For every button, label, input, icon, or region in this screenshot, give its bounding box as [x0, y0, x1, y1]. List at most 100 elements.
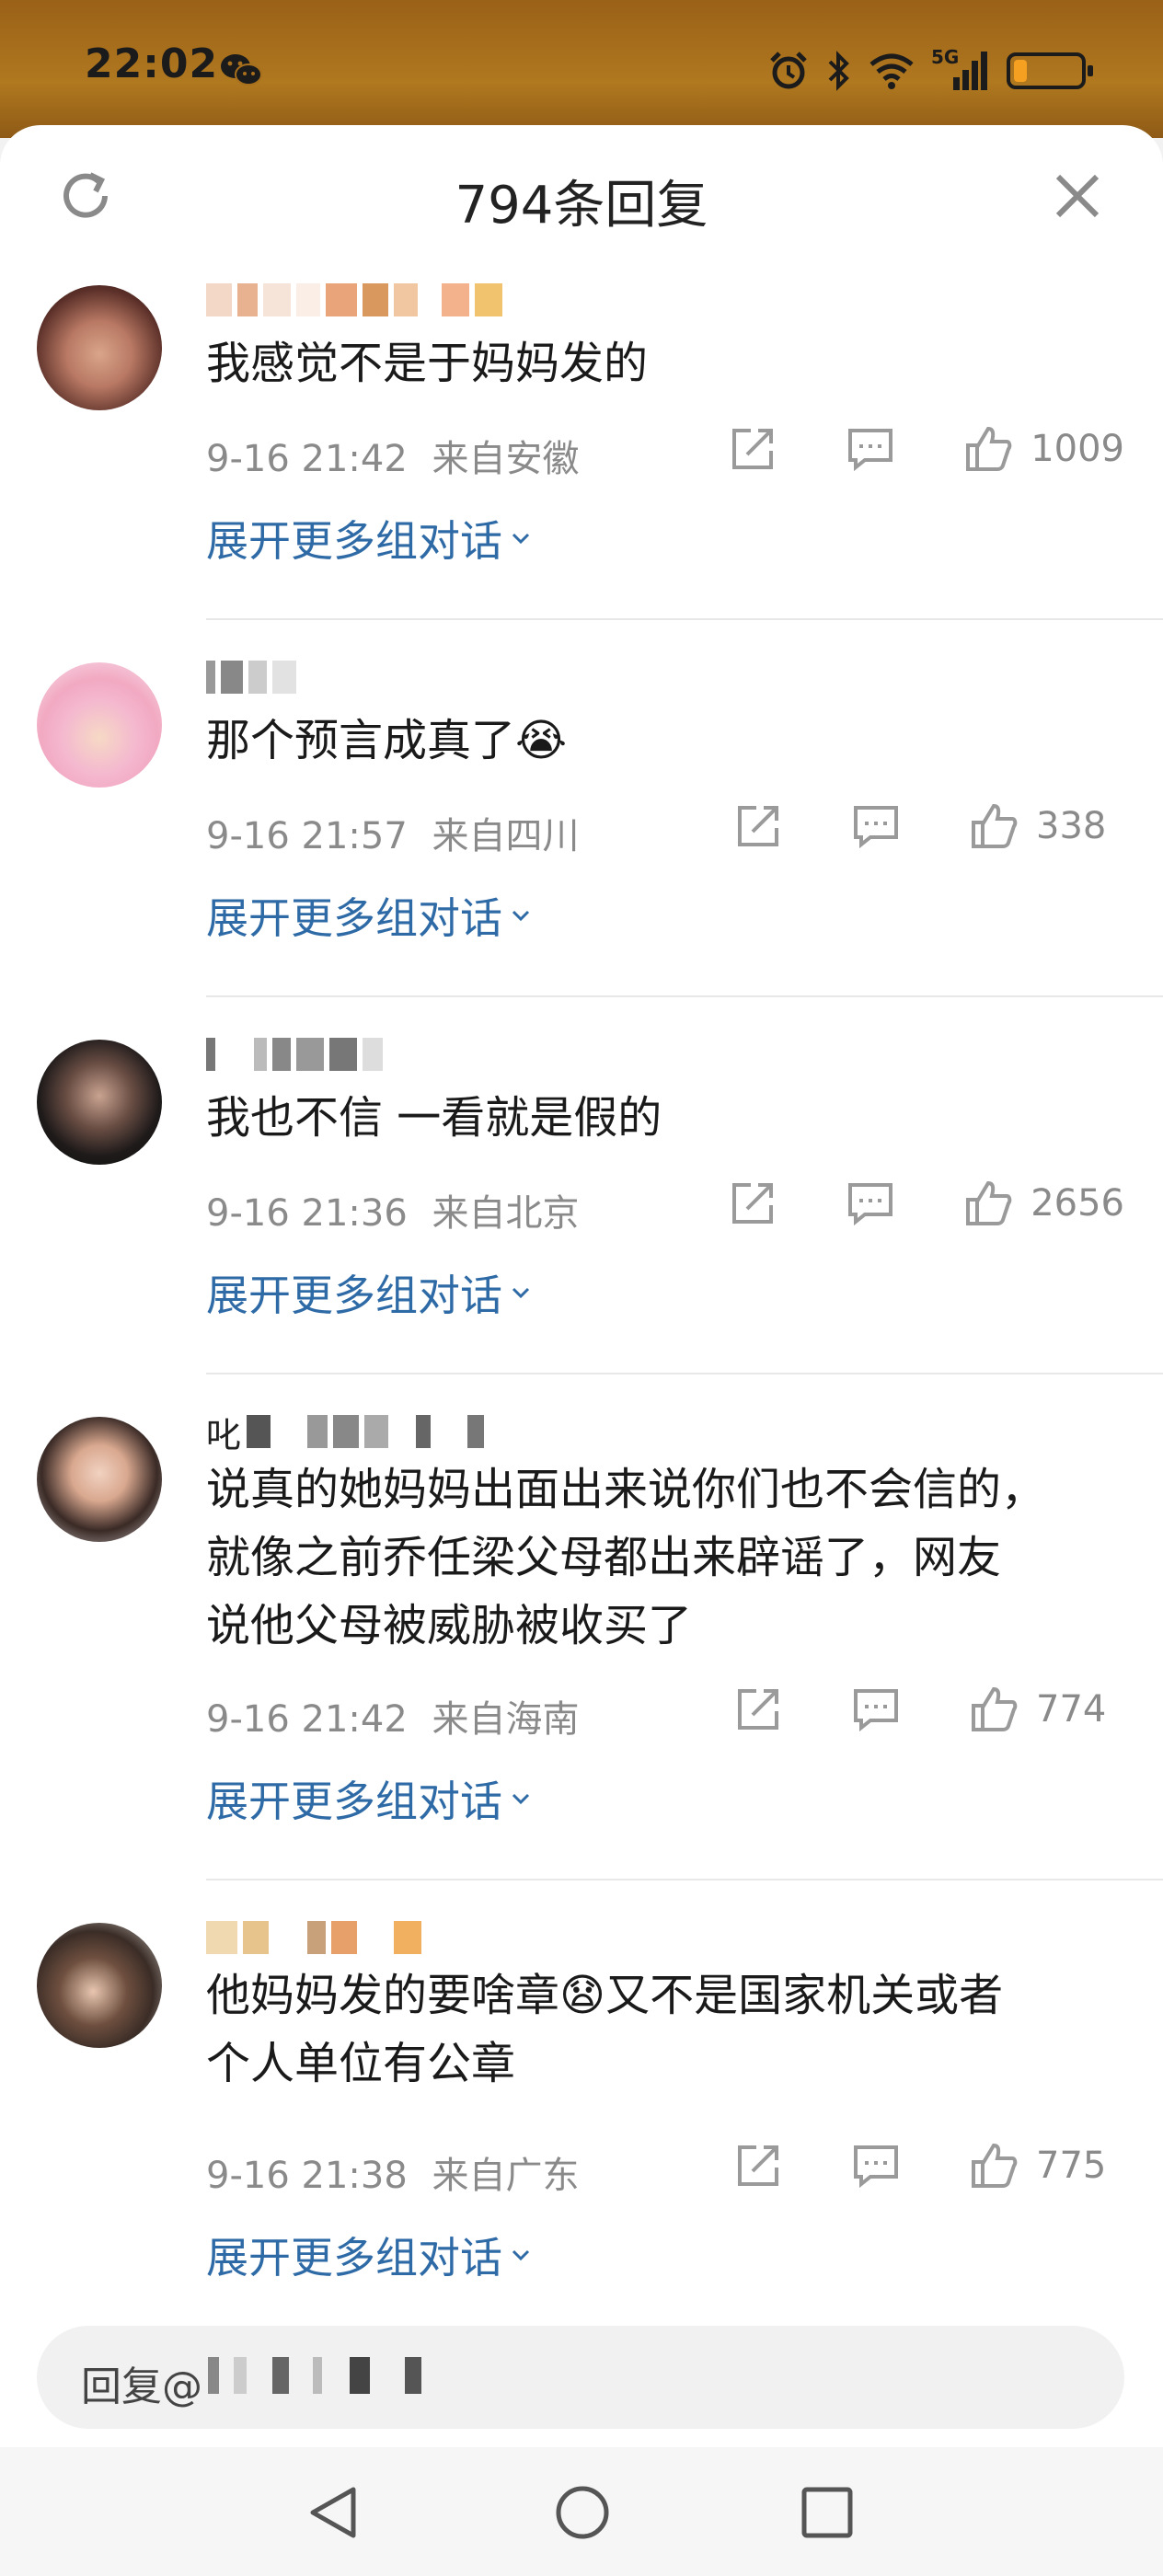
like-icon[interactable]: [968, 1684, 1019, 1735]
username-blurred[interactable]: [206, 657, 296, 697]
comment-text-line: 说真的她妈妈出面出来说你们也不会信的，: [206, 1464, 1046, 1515]
wifi-icon: [869, 53, 914, 89]
reply-target-blurred: [272, 2357, 289, 2394]
share-icon[interactable]: [732, 2140, 784, 2191]
comment-text-line: 又不是国家机关或者: [605, 1970, 1004, 2021]
reply-target-blurred: [234, 2357, 247, 2394]
comment-4: 叱 说真的她妈妈出面出来说你们也不会信的， 就像之前乔任梁父母都出来辟谣了，网友…: [0, 1404, 1163, 1882]
replies-sheet: 794条回复 我感觉不是于妈妈发的 9-16 21:42 来自安徽 1009 展…: [0, 125, 1163, 2576]
comment-location: 来自海南: [432, 1698, 580, 1741]
like-icon[interactable]: [968, 800, 1019, 852]
avatar[interactable]: [37, 1417, 162, 1542]
comment-time: 9-16 21:36: [206, 1192, 408, 1235]
expand-conversation-link[interactable]: 展开更多组对话: [206, 885, 534, 946]
avatar[interactable]: [37, 1923, 162, 2048]
divider: [206, 1879, 1163, 1880]
back-triangle-icon[interactable]: [302, 2480, 366, 2545]
comment-icon[interactable]: [845, 1178, 896, 1229]
sheet-header: 794条回复: [0, 125, 1163, 263]
chevron-down-icon: [512, 910, 530, 922]
comment-icon[interactable]: [850, 1684, 902, 1735]
comment-location: 来自广东: [432, 2155, 580, 2197]
battery-icon: [1007, 52, 1093, 89]
expand-label: 展开更多组对话: [206, 1271, 502, 1320]
avatar[interactable]: [37, 285, 162, 410]
avatar[interactable]: [37, 662, 162, 788]
navigation-bar: [0, 2447, 1163, 2576]
expand-label: 展开更多组对话: [206, 516, 502, 566]
comment-time: 9-16 21:42: [206, 438, 408, 480]
like-count: 1009: [1031, 428, 1124, 470]
divider: [206, 618, 1163, 620]
reply-target-blurred: [208, 2357, 219, 2394]
expand-label: 展开更多组对话: [206, 1777, 502, 1826]
comment-location: 来自北京: [432, 1192, 580, 1235]
comment-time: 9-16 21:38: [206, 2155, 408, 2197]
comment-location: 来自安徽: [432, 438, 580, 480]
comment-location: 来自四川: [432, 815, 580, 857]
comment-meta: 9-16 21:38 来自广东: [206, 2145, 580, 2199]
expand-conversation-link[interactable]: 展开更多组对话: [206, 508, 534, 569]
comment-actions: 2656: [727, 1178, 1124, 1229]
like-count: 774: [1036, 1688, 1107, 1731]
comment-text: 他妈妈发的要啥章😧又不是国家机关或者 个人单位有公章: [206, 1961, 1135, 2098]
status-time: 22:02: [85, 40, 219, 87]
like-icon[interactable]: [962, 423, 1014, 475]
comment-text-line: 个人单位有公章: [206, 2038, 516, 2089]
like-count: 338: [1036, 805, 1107, 847]
share-icon[interactable]: [727, 423, 778, 475]
bluetooth-icon: [828, 51, 849, 91]
comment-actions: 775: [732, 2140, 1124, 2191]
comment-1: 我感觉不是于妈妈发的 9-16 21:42 来自安徽 1009 展开更多组对话: [0, 272, 1163, 622]
like-icon[interactable]: [962, 1178, 1014, 1229]
username-blurred[interactable]: [206, 1917, 421, 1958]
comment-time: 9-16 21:57: [206, 815, 408, 857]
expand-label: 展开更多组对话: [206, 2233, 502, 2283]
share-icon[interactable]: [732, 800, 784, 852]
comment-text-line: 说他父母被威胁被收买了: [206, 1600, 693, 1651]
comment-icon[interactable]: [845, 423, 896, 475]
comment-meta: 9-16 21:42 来自安徽: [206, 429, 580, 482]
comment-icon[interactable]: [850, 800, 902, 852]
wechat-icon: [221, 54, 262, 86]
comment-text: 我感觉不是于妈妈发的: [206, 338, 649, 389]
comment-text: 那个预言成真了😭: [206, 707, 1135, 775]
like-count: 2656: [1031, 1182, 1124, 1225]
status-icons: 5G: [767, 46, 1093, 94]
like-count: 775: [1036, 2145, 1107, 2187]
comment-text: 说真的她妈妈出面出来说你们也不会信的， 就像之前乔任梁父母都出来辟谣了，网友 说…: [206, 1455, 1135, 1660]
avatar[interactable]: [37, 1040, 162, 1165]
home-circle-icon[interactable]: [550, 2480, 615, 2545]
reply-input[interactable]: 回复@: [37, 2326, 1124, 2429]
reply-target-blurred: [350, 2357, 370, 2394]
recents-square-icon[interactable]: [795, 2480, 859, 2545]
comment-2: 那个预言成真了😭 9-16 21:57 来自四川 338 展开更多组对话: [0, 650, 1163, 999]
expand-conversation-link[interactable]: 展开更多组对话: [206, 1262, 534, 1323]
comment-meta: 9-16 21:36 来自北京: [206, 1183, 580, 1236]
comment-icon[interactable]: [850, 2140, 902, 2191]
reply-target-blurred: [313, 2357, 322, 2394]
crying-emoji-icon: 😭: [515, 715, 568, 766]
username-blurred[interactable]: 叱: [206, 1411, 485, 1455]
sheet-title: 794条回复: [455, 176, 708, 236]
comment-actions: 1009: [727, 423, 1124, 475]
comment-text-line: 他妈妈发的要啥章: [206, 1970, 560, 2021]
share-icon[interactable]: [732, 1684, 784, 1735]
like-icon[interactable]: [968, 2140, 1019, 2191]
expand-conversation-link[interactable]: 展开更多组对话: [206, 1768, 534, 1829]
comment-meta: 9-16 21:42 来自海南: [206, 1689, 580, 1742]
close-icon[interactable]: [1045, 164, 1110, 228]
expand-label: 展开更多组对话: [206, 893, 502, 943]
expand-conversation-link[interactable]: 展开更多组对话: [206, 2225, 534, 2285]
username-blurred[interactable]: [206, 1034, 383, 1075]
status-bar: 22:02 5G: [0, 0, 1163, 138]
battery-level: [1014, 60, 1027, 82]
chevron-down-icon: [512, 2249, 530, 2261]
username-blurred[interactable]: [206, 280, 502, 320]
divider: [206, 995, 1163, 997]
reply-prefix: 回复@: [81, 2363, 202, 2410]
surprised-emoji-icon: 😧: [559, 1970, 606, 2021]
comment-time: 9-16 21:42: [206, 1698, 408, 1741]
share-icon[interactable]: [727, 1178, 778, 1229]
comment-text-body: 那个预言成真了: [206, 715, 516, 766]
